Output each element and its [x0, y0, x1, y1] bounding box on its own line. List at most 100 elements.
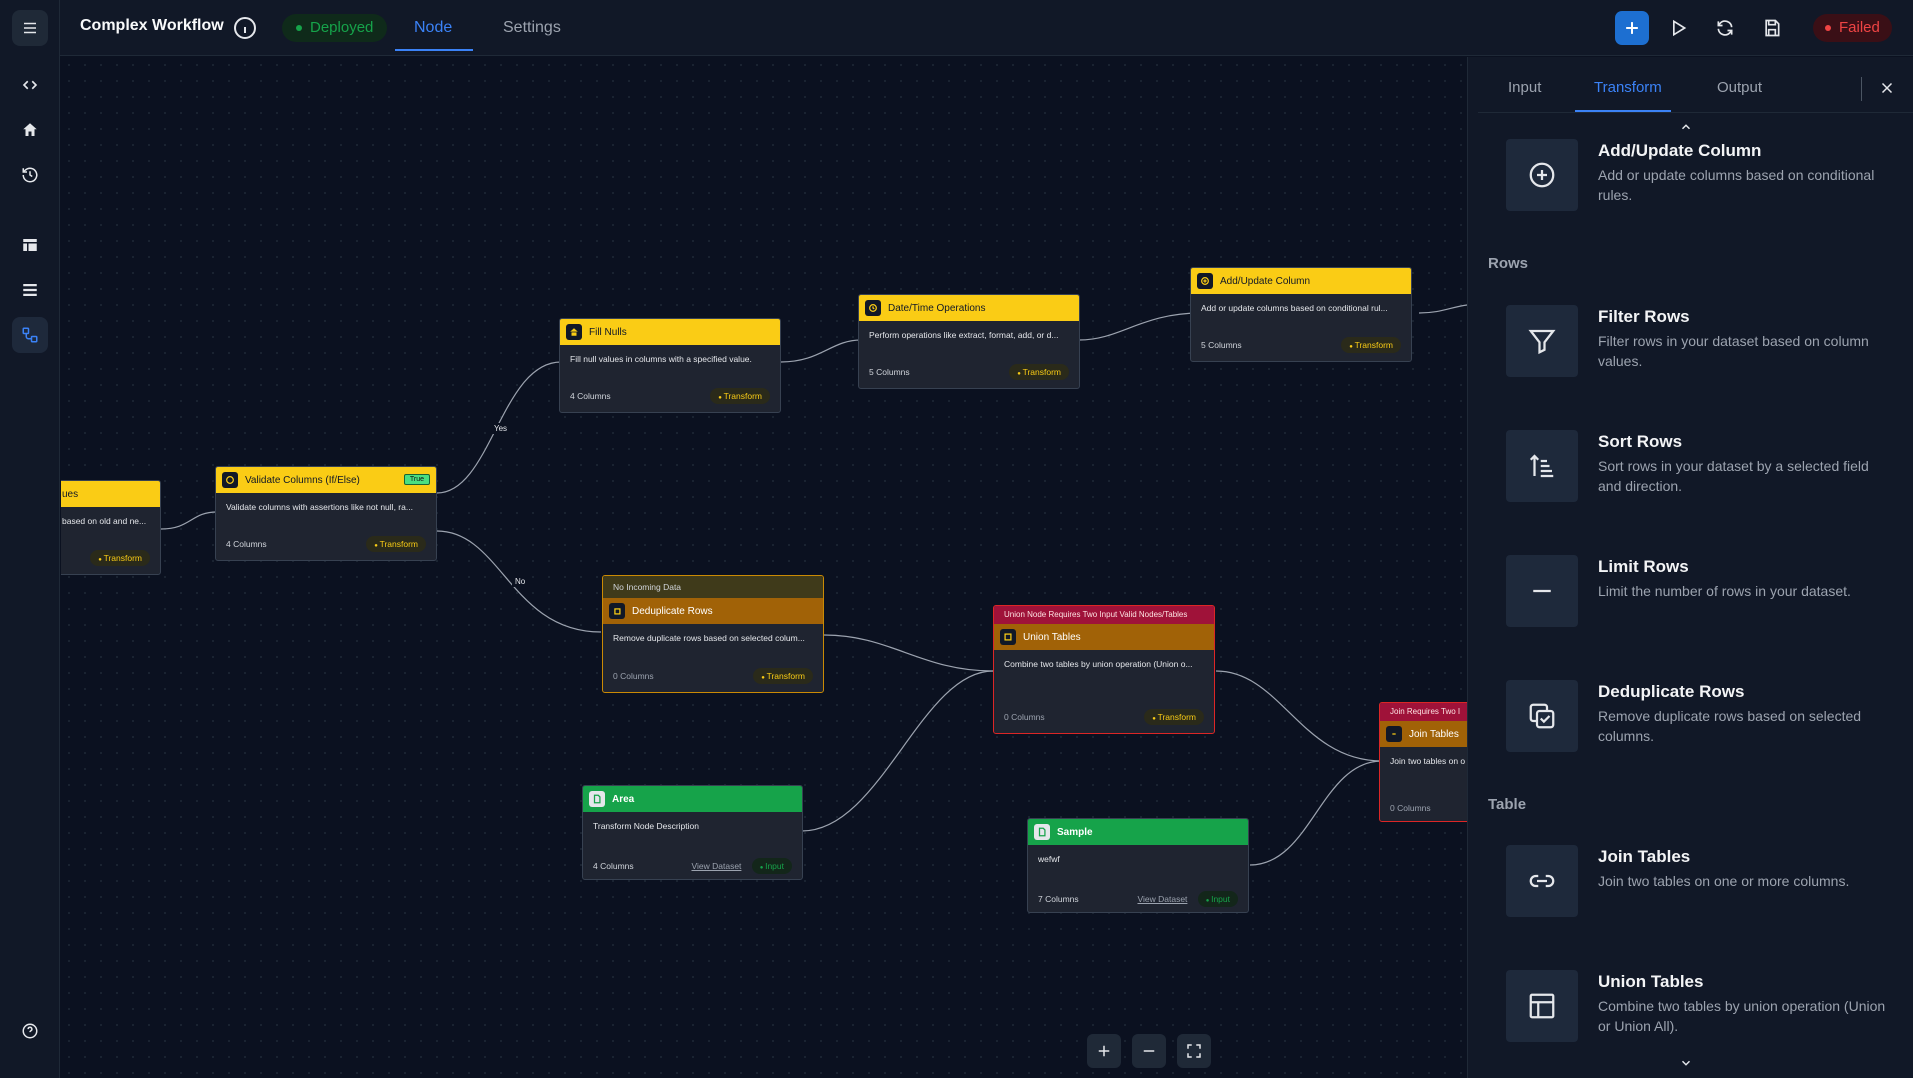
chevron-down-icon[interactable]	[1679, 1056, 1693, 1070]
filter-icon	[1506, 305, 1578, 377]
card-join-tables[interactable]: Join Tables Join two tables on one or mo…	[1506, 841, 1892, 945]
node-footer: 0 Columns Transform	[613, 668, 813, 684]
menu-icon[interactable]	[12, 10, 48, 46]
node-description: Fill null values in columns with a speci…	[570, 354, 752, 364]
node-header: Date/Time Operations	[859, 295, 1079, 321]
card-title: Union Tables	[1598, 972, 1704, 991]
node-datetime-operations[interactable]: Date/Time Operations Perform operations …	[858, 294, 1080, 389]
edge-dedupe-union	[823, 634, 994, 672]
card-description: Limit the number of rows in your dataset…	[1598, 583, 1851, 599]
save-button[interactable]	[1755, 11, 1789, 45]
node-columns: 4 Columns	[570, 391, 611, 401]
node-description: Transform Node Description	[593, 821, 699, 831]
node-description: Validate columns with assertions like no…	[226, 502, 413, 512]
card-filter-rows[interactable]: Filter Rows Filter rows in your dataset …	[1506, 301, 1892, 405]
node-deduplicate-rows[interactable]: No Incoming Data Deduplicate Rows Remove…	[602, 575, 824, 693]
node-footer: Transform	[62, 550, 150, 566]
node-header: Union Tables	[994, 624, 1214, 650]
view-dataset-link[interactable]: View Dataset	[691, 861, 741, 871]
union-icon	[1000, 629, 1016, 645]
tab-settings[interactable]: Settings	[503, 19, 561, 37]
run-button[interactable]	[1661, 11, 1695, 45]
card-description: Sort rows in your dataset by a selected …	[1598, 458, 1869, 494]
validate-icon	[222, 472, 238, 488]
node-warning-message: No Incoming Data	[603, 576, 823, 598]
node-header: Area	[583, 786, 802, 812]
panel-tab-underline	[1575, 110, 1671, 112]
node-replace-values[interactable]: ues based on old and ne... Transform	[61, 480, 161, 575]
copy-check-icon	[1506, 680, 1578, 752]
node-columns: 4 Columns	[593, 861, 634, 871]
node-columns: 4 Columns	[226, 539, 267, 549]
node-footer: 0 Columns	[1390, 803, 1467, 813]
node-type-badge: Transform	[90, 550, 150, 566]
node-validate-columns[interactable]: Validate Columns (If/Else) True Validate…	[215, 466, 437, 561]
file-icon	[589, 791, 605, 807]
edge-replace-validate	[160, 511, 218, 530]
workflow-icon[interactable]	[12, 317, 48, 353]
history-icon[interactable]	[12, 157, 48, 193]
left-rail	[0, 0, 60, 1078]
help-icon[interactable]	[12, 1013, 48, 1049]
node-description: Join two tables on o	[1390, 756, 1466, 766]
edge-area-union	[801, 670, 994, 832]
node-type-badge: Input	[1197, 891, 1238, 907]
card-title: Add/Update Column	[1598, 141, 1762, 160]
list-icon[interactable]	[12, 272, 48, 308]
card-description: Remove duplicate rows based on selected …	[1598, 708, 1862, 744]
edge-label-no: No	[512, 576, 529, 587]
card-title: Filter Rows	[1598, 307, 1690, 326]
close-icon[interactable]	[1878, 79, 1896, 97]
card-add-update-column[interactable]: Add/Update Column Add or update columns …	[1506, 135, 1892, 239]
node-description: based on old and ne...	[62, 516, 147, 526]
node-area[interactable]: Area Transform Node Description 4 Column…	[582, 785, 803, 880]
node-sample[interactable]: Sample wefwf 7 Columns View Dataset Inpu…	[1027, 818, 1249, 913]
card-sort-rows[interactable]: Sort Rows Sort rows in your dataset by a…	[1506, 426, 1892, 530]
panel-tab-output[interactable]: Output	[1717, 79, 1762, 96]
card-union-tables[interactable]: Union Tables Combine two tables by union…	[1506, 966, 1892, 1070]
failed-status-badge: Failed	[1813, 14, 1892, 42]
node-columns: 0 Columns	[1004, 712, 1045, 722]
code-icon[interactable]	[12, 67, 48, 103]
node-union-tables[interactable]: Union Node Requires Two Input Valid Node…	[993, 605, 1215, 734]
plus-circle-icon	[1197, 273, 1213, 289]
node-description: Remove duplicate rows based on selected …	[613, 633, 805, 643]
node-header: Join Tables	[1380, 721, 1467, 747]
copy-icon	[609, 603, 625, 619]
chevron-up-icon[interactable]	[1679, 120, 1693, 134]
section-rows: Rows	[1488, 255, 1529, 272]
zoom-in-button[interactable]	[1087, 1034, 1121, 1068]
card-title: Sort Rows	[1598, 432, 1683, 451]
card-deduplicate-rows[interactable]: Deduplicate Rows Remove duplicate rows b…	[1506, 676, 1892, 780]
tab-node[interactable]: Node	[414, 19, 452, 37]
node-header: Deduplicate Rows	[603, 598, 823, 624]
home-icon[interactable]	[12, 112, 48, 148]
fit-view-button[interactable]	[1177, 1034, 1211, 1068]
card-title: Join Tables	[1598, 847, 1691, 866]
info-icon[interactable]	[233, 16, 257, 40]
add-node-button[interactable]	[1615, 11, 1649, 45]
card-title: Deduplicate Rows	[1598, 682, 1745, 701]
node-columns: 5 Columns	[1201, 340, 1242, 350]
panel-tab-input[interactable]: Input	[1508, 79, 1541, 96]
edge-fillnulls-datetime	[780, 339, 862, 363]
card-limit-rows[interactable]: Limit Rows Limit the number of rows in y…	[1506, 551, 1892, 655]
refresh-button[interactable]	[1708, 11, 1742, 45]
workflow-canvas[interactable]: Yes No ues based on old and ne... Transf…	[61, 57, 1467, 1078]
node-error-message: Union Node Requires Two Input Valid Node…	[994, 606, 1214, 624]
node-join-tables[interactable]: Join Requires Two I Join Tables Join two…	[1379, 702, 1467, 822]
node-footer: 7 Columns View Dataset Input	[1038, 891, 1238, 907]
panel-tab-transform[interactable]: Transform	[1594, 79, 1662, 96]
join-icon	[1386, 726, 1402, 742]
node-footer: 4 Columns Transform	[226, 536, 426, 552]
node-add-update-column[interactable]: Add/Update Column Add or update columns …	[1190, 267, 1412, 362]
table-icon[interactable]	[12, 227, 48, 263]
true-badge: True	[403, 474, 430, 485]
view-dataset-link[interactable]: View Dataset	[1137, 894, 1187, 904]
card-description: Combine two tables by union operation (U…	[1598, 998, 1886, 1034]
node-fill-nulls[interactable]: Fill Nulls Fill null values in columns w…	[559, 318, 781, 413]
node-title: Sample	[1057, 826, 1093, 838]
node-title: Validate Columns (If/Else)	[245, 474, 360, 486]
zoom-out-button[interactable]	[1132, 1034, 1166, 1068]
node-title: Fill Nulls	[589, 326, 627, 338]
